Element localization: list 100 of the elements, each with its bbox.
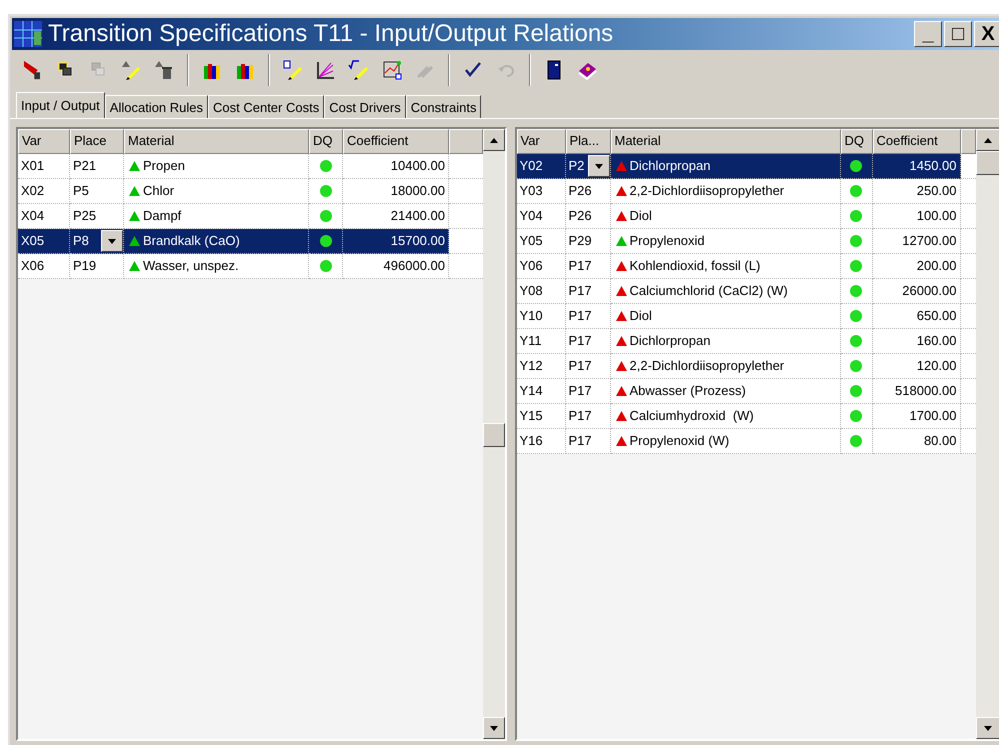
- column-header[interactable]: Place: [70, 129, 124, 154]
- vertical-scrollbar[interactable]: [976, 129, 999, 739]
- window-control-button[interactable]: _: [914, 21, 942, 47]
- status-dot-icon: [850, 410, 862, 422]
- status-dot-icon: [850, 360, 862, 372]
- scroll-up-button[interactable]: [976, 129, 999, 151]
- table-cell-text: 2,2-Dichlordiisopropylether: [630, 182, 784, 200]
- window-title: Transition Specifications T11 - Input/Output Relations: [48, 19, 614, 49]
- table-cell: 18000.00: [343, 179, 449, 204]
- table-cell-text: P26: [568, 207, 592, 225]
- down-arrow-icon: [984, 726, 992, 730]
- table-cell: X04: [18, 204, 70, 229]
- table-cell-text: P17: [568, 257, 592, 275]
- column-header[interactable]: Material: [124, 129, 309, 154]
- up-arrow-icon: [984, 138, 992, 142]
- table-cell-text: Diol: [630, 207, 652, 225]
- status-dot-icon: [850, 235, 862, 247]
- chart-icon: [315, 59, 337, 81]
- table-cell-text: P17: [568, 332, 592, 350]
- table-cell-text: Wasser, unspez.: [143, 257, 239, 275]
- table-cell-text: Dichlorpropan: [630, 332, 710, 350]
- table-cell: Y04: [516, 204, 566, 229]
- table-cell: Y14: [516, 379, 566, 404]
- table-cell-text: P19: [73, 257, 96, 275]
- table-cell: 10400.00: [343, 154, 449, 179]
- table-cell: 250.00: [872, 179, 960, 204]
- table-cell: Y02: [516, 154, 566, 179]
- table-cell-text: P17: [568, 432, 592, 450]
- caret-icon: [594, 164, 602, 168]
- caret-icon: [108, 238, 116, 244]
- table-cell: Y06: [516, 254, 566, 279]
- table-cell: 80.00: [872, 429, 960, 454]
- formula-pen-icon: [348, 59, 370, 81]
- table-cell: 21400.00: [343, 204, 449, 229]
- table-cell-text: Propen: [143, 157, 185, 175]
- window-control-button[interactable]: X: [974, 21, 999, 47]
- table-cell-text: Calciumchlorid (CaCl2) (W): [630, 282, 788, 300]
- status-dot-icon: [320, 210, 332, 222]
- window-control-button[interactable]: □: [944, 21, 972, 47]
- vertical-scrollbar[interactable]: [482, 129, 504, 739]
- flashlight-icon: [24, 60, 40, 80]
- table-cell-text: P5: [73, 182, 89, 200]
- status-dot-icon: [320, 160, 332, 172]
- tab[interactable]: Cost Drivers: [324, 95, 406, 118]
- tab[interactable]: Input / Output: [16, 92, 105, 118]
- table-cell-text: Propylenoxid: [630, 232, 705, 250]
- table-cell: 650.00: [872, 304, 960, 329]
- status-dot-icon: [320, 235, 332, 247]
- table-cell-text: Abwasser (Prozess): [630, 382, 746, 400]
- column-header[interactable]: Var: [18, 129, 70, 154]
- table-cell: 15700.00: [343, 229, 449, 254]
- up-arrow-icon: [490, 138, 498, 142]
- status-dot-icon: [850, 210, 862, 222]
- grid-app-icon: [14, 21, 42, 47]
- scroll-thumb[interactable]: [482, 423, 504, 447]
- table-cell: 120.00: [872, 354, 960, 379]
- scroll-up-button[interactable]: [482, 129, 504, 151]
- table-cell: Y11: [516, 329, 566, 354]
- scroll-thumb[interactable]: [976, 151, 999, 175]
- table-cell: Y15: [516, 404, 566, 429]
- scroll-down-button[interactable]: [482, 717, 504, 739]
- down-arrow-icon: [490, 726, 498, 730]
- tab[interactable]: Cost Center Costs: [208, 95, 324, 118]
- table-cell-text: Dichlorpropan: [630, 157, 710, 175]
- column-header[interactable]: Coefficient: [872, 129, 960, 154]
- table-cell-text: P17: [568, 307, 592, 325]
- table-cell-text: 2,2-Dichlordiisopropylether: [630, 357, 784, 375]
- status-dot-icon: [850, 335, 862, 347]
- scroll-down-button[interactable]: [976, 717, 999, 739]
- table-cell: Y08: [516, 279, 566, 304]
- table-cell: Y10: [516, 304, 566, 329]
- table-cell-text: Propylenoxid (W): [630, 432, 730, 450]
- table-cell: Y05: [516, 229, 566, 254]
- table-cell-text: P17: [568, 407, 592, 425]
- column-header[interactable]: DQ: [309, 129, 343, 154]
- table-cell-text: P2: [568, 157, 584, 175]
- column-header[interactable]: Var: [516, 129, 566, 154]
- tab[interactable]: Constraints: [406, 95, 482, 118]
- column-header[interactable]: Pla...: [566, 129, 610, 154]
- status-dot-icon: [850, 160, 862, 172]
- table-cell-text: P17: [568, 282, 592, 300]
- column-header[interactable]: Coefficient: [343, 129, 449, 154]
- status-dot-icon: [850, 260, 862, 272]
- table-cell-text: P25: [73, 207, 96, 225]
- triangle-trash-icon: [153, 59, 175, 81]
- table-cell: 1450.00: [872, 154, 960, 179]
- column-header[interactable]: Material: [610, 129, 840, 154]
- tab[interactable]: Allocation Rules: [104, 95, 208, 118]
- table-cell: X02: [18, 179, 70, 204]
- table-cell: Y16: [516, 429, 566, 454]
- table-cell: X05: [18, 229, 70, 254]
- table-cell-text: P29: [568, 232, 592, 250]
- dropdown-button[interactable]: [101, 230, 123, 252]
- dropdown-button[interactable]: [588, 155, 610, 177]
- table-cell-text: Kohlendioxid, fossil (L): [630, 257, 760, 275]
- table-cell: 496000.00: [343, 254, 449, 279]
- status-dot-icon: [850, 435, 862, 447]
- table-cell: X06: [18, 254, 70, 279]
- column-header[interactable]: DQ: [840, 129, 872, 154]
- status-dot-icon: [850, 385, 862, 397]
